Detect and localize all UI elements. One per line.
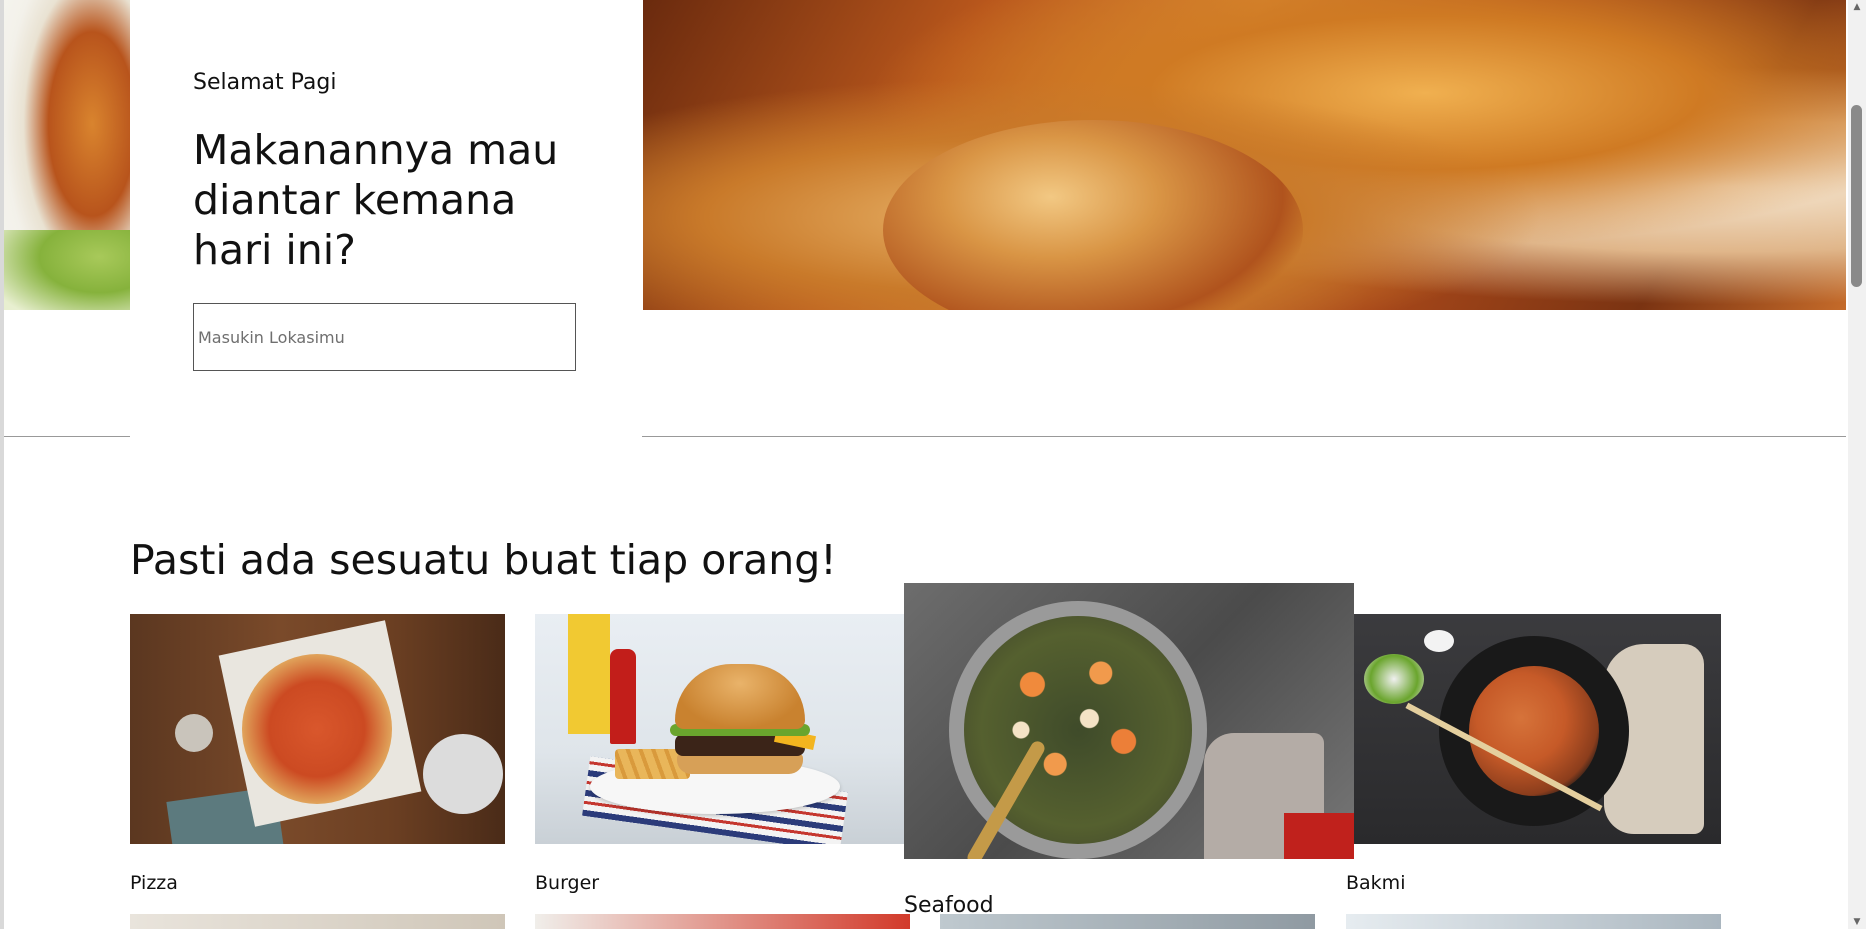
hero-side-image [4,0,130,310]
category-label-burger[interactable]: Burger [535,872,599,894]
red-cloth-shape [1284,813,1354,859]
scroll-down-arrow-icon[interactable]: ▼ [1850,915,1864,929]
category-card-image[interactable] [1346,914,1721,929]
pizza-shape [242,654,392,804]
hero-headline: Makanannya mau diantar kemana hari ini? [193,126,559,274]
sauce-bottle-shape [610,649,636,744]
categories-title: Pasti ada sesuatu buat tiap orang! [130,536,837,584]
pizza-card-image[interactable] [130,614,505,844]
bun-top-shape [675,664,805,729]
plate-shape [423,734,503,814]
category-label-bakmi[interactable]: Bakmi [1346,872,1405,894]
section-divider [642,436,1846,437]
scroll-up-arrow-icon[interactable]: ▲ [1850,0,1864,14]
section-divider [4,436,130,437]
greeting-text: Selamat Pagi [193,70,337,95]
chicken-skin-highlight [883,120,1303,310]
seafood-card-image[interactable] [904,583,1354,859]
bun-bottom-shape [677,754,803,774]
sauce-bowl-shape [1424,630,1454,652]
lettuce-garnish [4,230,130,310]
category-label-pizza[interactable]: Pizza [130,872,178,894]
category-card-image[interactable] [940,914,1315,929]
mustard-bottle-shape [568,614,610,734]
bakmi-card-image[interactable] [1354,614,1721,844]
garnish-shape [1364,654,1424,704]
category-card-image[interactable] [130,914,505,929]
scrollbar-thumb[interactable] [1851,105,1862,287]
bowl-shape [175,714,213,752]
burger-card-image[interactable] [535,614,910,844]
location-input[interactable] [193,303,576,371]
hero-chicken-image [643,0,1846,310]
category-card-image[interactable] [535,914,910,929]
